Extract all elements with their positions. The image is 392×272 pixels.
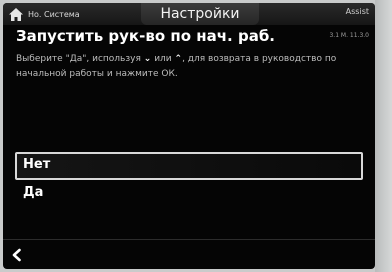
instruction-part-1: Выберите "Да", используя (16, 54, 141, 64)
option-yes[interactable]: Да (15, 180, 363, 208)
home-label: Но. Система (28, 9, 80, 19)
page-heading: Запустить рук-во по нач. раб. (16, 27, 275, 45)
screen: Но. Система Настройки Assist 3.1 М. 11.3… (3, 3, 375, 269)
home-button[interactable]: Но. Система (9, 7, 80, 21)
up-arrow-icon: ⌃ (174, 54, 183, 64)
device-bezel (375, 0, 392, 272)
home-icon (9, 7, 23, 21)
back-button[interactable] (7, 245, 27, 265)
header-bar: Но. Система Настройки Assist (3, 3, 375, 25)
instruction-text: Выберите "Да", используя ⌄ или ⌃, для во… (16, 52, 356, 82)
instruction-or: или (154, 54, 172, 64)
page-title: Настройки (160, 6, 240, 22)
footer-divider (3, 239, 375, 240)
device: Но. Система Настройки Assist 3.1 М. 11.3… (0, 0, 392, 272)
chevron-left-icon (12, 248, 21, 262)
option-no[interactable]: Нет (15, 152, 363, 180)
option-label: Да (23, 185, 44, 200)
assist-button[interactable]: Assist (346, 7, 369, 16)
down-arrow-icon: ⌄ (143, 54, 152, 64)
options-list: Нет Да (15, 152, 363, 208)
option-label: Нет (23, 157, 51, 172)
version-label: 3.1 М. 11.3.0 (329, 32, 369, 39)
